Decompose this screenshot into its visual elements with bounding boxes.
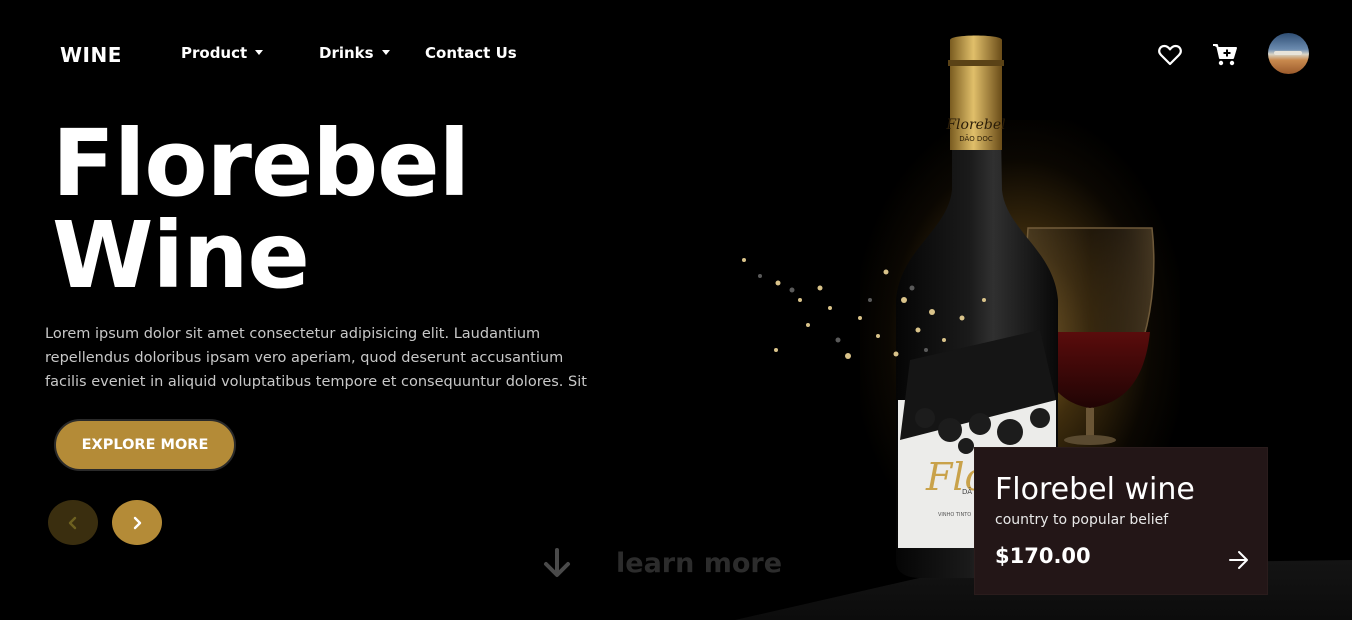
label-small: VINHO TINTO bbox=[938, 512, 971, 518]
hero-title: Florebel Wine bbox=[52, 118, 470, 302]
explore-more-button[interactable]: EXPLORE MORE bbox=[54, 419, 236, 471]
capsule-script: Florebel bbox=[945, 117, 1005, 133]
product-price: $170.00 bbox=[995, 544, 1091, 568]
nav-contact[interactable]: Contact Us bbox=[425, 44, 517, 62]
hero-title-line1: Florebel bbox=[52, 110, 470, 217]
learn-more-link[interactable]: learn more bbox=[540, 546, 782, 580]
nav-drinks-label: Drinks bbox=[319, 44, 374, 62]
product-card[interactable]: Florebel wine country to popular belief … bbox=[974, 447, 1268, 595]
carousel-prev-button[interactable] bbox=[48, 500, 98, 545]
capsule-sub: DÃO DOC bbox=[959, 134, 993, 143]
carousel-next-button[interactable] bbox=[112, 500, 162, 545]
caret-down-icon bbox=[255, 49, 264, 55]
top-nav: WINE Product Drinks Contact Us bbox=[0, 0, 1352, 106]
hero-title-line2: Wine bbox=[52, 202, 310, 309]
nav-contact-label: Contact Us bbox=[425, 44, 517, 62]
arrow-down-icon bbox=[544, 548, 570, 577]
product-name: Florebel wine bbox=[995, 472, 1195, 507]
user-avatar[interactable] bbox=[1268, 33, 1309, 74]
hero-description: Lorem ipsum dolor sit amet consectetur a… bbox=[45, 326, 587, 390]
heart-icon bbox=[1158, 44, 1182, 66]
bottom-edge bbox=[0, 620, 1352, 628]
cart-plus-icon bbox=[1213, 44, 1237, 66]
caret-down-icon bbox=[381, 49, 390, 55]
chevron-left-icon bbox=[68, 516, 77, 529]
learn-more-label: learn more bbox=[616, 547, 783, 579]
wishlist-button[interactable] bbox=[1157, 42, 1183, 68]
nav-product[interactable]: Product bbox=[181, 44, 264, 62]
brand-logo[interactable]: WINE bbox=[60, 43, 122, 67]
chevron-right-icon bbox=[133, 516, 142, 529]
label-sub: DÃ bbox=[962, 487, 972, 496]
cart-button[interactable] bbox=[1212, 42, 1238, 68]
nav-drinks[interactable]: Drinks bbox=[319, 44, 390, 62]
nav-product-label: Product bbox=[181, 44, 248, 62]
product-tagline: country to popular belief bbox=[995, 512, 1169, 528]
arrow-right-icon[interactable] bbox=[1227, 548, 1251, 572]
page: Florebel DÃO DOC Flo DÃ VINHO TINTO WINE… bbox=[0, 0, 1352, 628]
